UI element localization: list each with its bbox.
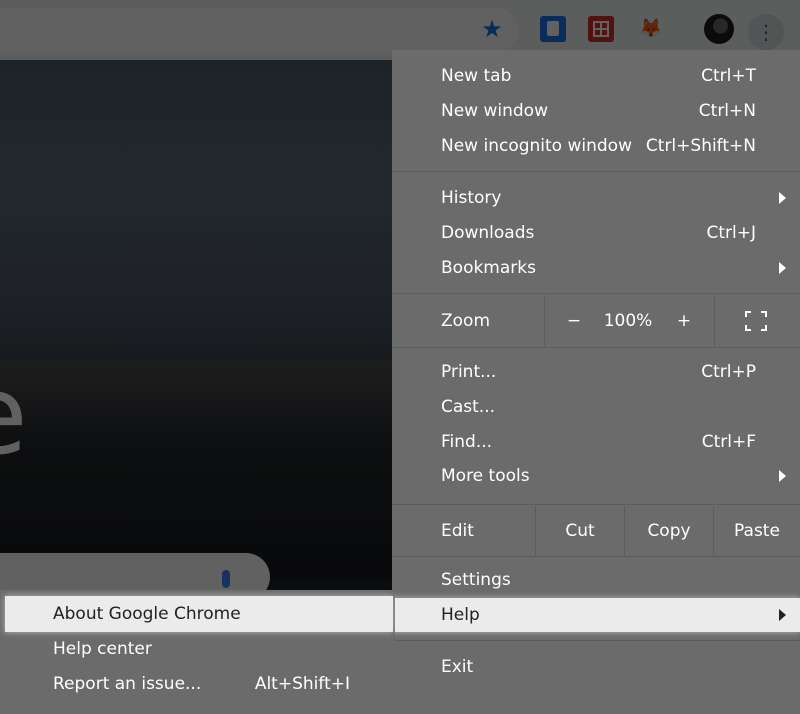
menu-item-print[interactable]: Print... Ctrl+P (392, 355, 800, 389)
menu-edit-row: Edit Cut Copy Paste (392, 506, 800, 556)
zoom-level: 100% (603, 311, 653, 331)
menu-item-downloads[interactable]: Downloads Ctrl+J (392, 216, 800, 250)
submenu-item-shortcut: Alt+Shift+I (254, 674, 350, 694)
menu-item-bookmarks[interactable]: Bookmarks (392, 251, 800, 285)
menu-item-history[interactable]: History (392, 181, 800, 215)
submenu-arrow-icon (779, 609, 786, 621)
menu-item-settings[interactable]: Settings (392, 563, 800, 597)
menu-divider (392, 640, 800, 641)
copy-button[interactable]: Copy (625, 506, 713, 556)
submenu-item-help-center[interactable]: Help center (0, 632, 395, 666)
submenu-arrow-icon (779, 470, 786, 482)
submenu-arrow-icon (779, 192, 786, 204)
menu-item-shortcut: Ctrl+F (701, 432, 756, 452)
menu-item-label: More tools (441, 466, 530, 486)
menu-item-new-window[interactable]: New window Ctrl+N (392, 94, 800, 128)
menu-item-label: Bookmarks (441, 258, 536, 278)
menu-divider (392, 293, 800, 294)
zoom-divider (544, 295, 545, 347)
menu-divider (392, 504, 800, 505)
menu-item-shortcut: Ctrl+P (701, 362, 756, 382)
menu-divider (392, 556, 800, 557)
submenu-arrow-icon (779, 262, 786, 274)
zoom-in-button[interactable]: + (674, 295, 694, 347)
menu-item-label: Help (441, 605, 480, 625)
fullscreen-icon[interactable] (745, 311, 767, 331)
menu-item-label: New window (441, 101, 548, 121)
menu-item-shortcut: Ctrl+Shift+N (645, 136, 756, 156)
menu-item-label: Print... (441, 362, 497, 382)
menu-item-label: Settings (441, 570, 511, 590)
menu-item-label: History (441, 188, 502, 208)
menu-item-label: Find... (441, 432, 493, 452)
zoom-divider (714, 295, 715, 347)
menu-item-more-tools[interactable]: More tools (392, 459, 800, 493)
submenu-item-label: Help center (53, 639, 152, 659)
submenu-item-label: About Google Chrome (53, 604, 241, 624)
menu-item-label: New tab (441, 66, 512, 86)
paste-button[interactable]: Paste (714, 506, 800, 556)
menu-item-cast[interactable]: Cast... (392, 390, 800, 424)
menu-item-label: Exit (441, 657, 474, 677)
menu-item-label: Cast... (441, 397, 496, 417)
menu-item-shortcut: Ctrl+T (701, 66, 756, 86)
zoom-out-button[interactable]: − (564, 295, 584, 347)
menu-item-new-incognito-window[interactable]: New incognito window Ctrl+Shift+N (392, 129, 800, 163)
menu-item-new-tab[interactable]: New tab Ctrl+T (392, 59, 800, 93)
submenu-item-label: Report an issue... (53, 674, 202, 694)
menu-item-help[interactable]: Help (392, 598, 800, 632)
menu-item-shortcut: Ctrl+J (706, 223, 756, 243)
menu-item-shortcut: Ctrl+N (698, 101, 756, 121)
menu-divider (392, 171, 800, 172)
submenu-item-report-issue[interactable]: Report an issue... Alt+Shift+I (0, 667, 395, 701)
edit-label: Edit (441, 521, 474, 541)
menu-divider (392, 347, 800, 348)
menu-item-find[interactable]: Find... Ctrl+F (392, 425, 800, 459)
menu-item-label: New incognito window (441, 136, 632, 156)
submenu-item-about-chrome[interactable]: About Google Chrome (5, 596, 393, 632)
menu-item-label: Downloads (441, 223, 535, 243)
zoom-label: Zoom (441, 311, 491, 331)
menu-zoom-row: Zoom − 100% + (392, 295, 800, 347)
cut-button[interactable]: Cut (536, 506, 624, 556)
menu-item-exit[interactable]: Exit (392, 650, 800, 684)
